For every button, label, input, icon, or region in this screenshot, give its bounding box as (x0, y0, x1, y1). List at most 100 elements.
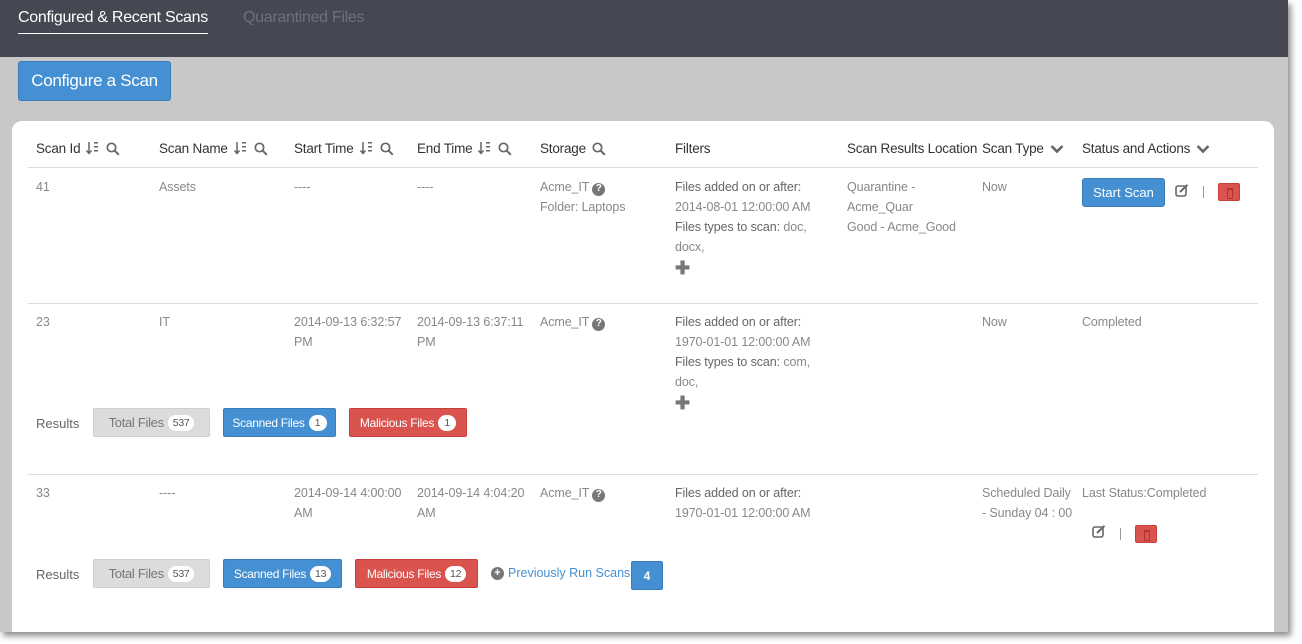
sort-icon[interactable] (359, 141, 374, 156)
scan-type-cell: Now (982, 180, 1007, 194)
scanned-files-button[interactable]: Scanned Files 13 (223, 559, 342, 588)
column-header-start-time: Start Time (294, 141, 394, 156)
chevron-down-icon[interactable] (1196, 144, 1210, 154)
action-separator (1203, 186, 1204, 198)
sort-icon[interactable] (233, 141, 248, 156)
scanned-files-count: 1 (308, 414, 327, 431)
storage-cell: Acme_IT? (540, 312, 606, 332)
column-label: Start Time (294, 141, 354, 156)
column-label: Scan Type (982, 141, 1044, 156)
chevron-down-icon[interactable] (1050, 144, 1064, 154)
storage-cell: Acme_IT? Folder: Laptops (540, 177, 625, 217)
action-separator (1120, 528, 1121, 540)
column-label: Scan Name (159, 141, 228, 156)
total-files-count: 537 (167, 414, 195, 431)
end-time-cell: ---- (417, 180, 434, 194)
scanned-files-button[interactable]: Scanned Files 1 (223, 408, 336, 437)
column-header-scan-name: Scan Name (159, 141, 268, 156)
storage-cell: Acme_IT? (540, 483, 606, 503)
status-cell: Completed (1082, 315, 1142, 329)
filter-added-label: Files added on or after: (675, 180, 802, 194)
scan-name-cell: ---- (159, 486, 176, 500)
malicious-files-count: 1 (438, 414, 457, 431)
total-files-button[interactable]: Total Files 537 (93, 559, 210, 588)
search-icon[interactable] (498, 141, 512, 156)
column-label: Scan Id (36, 141, 81, 156)
end-time-cell: 2014-09-14 4:04:20 AM (417, 486, 525, 520)
search-icon[interactable] (592, 141, 606, 156)
column-header-storage: Storage (540, 141, 606, 156)
configure-scan-button[interactable]: Configure a Scan (18, 61, 171, 101)
filter-added-label: Files added on or after: (675, 315, 802, 329)
filter-added-value: 1970-01-01 12:00:00 AM (675, 506, 811, 520)
column-label: Filters (675, 141, 711, 156)
previously-run-scans-label: Previously Run Scans - (508, 566, 638, 580)
sort-icon[interactable] (478, 141, 492, 156)
column-label: End Time (417, 141, 473, 156)
storage-folder: Folder: Laptops (540, 200, 626, 214)
question-icon[interactable]: ? (592, 488, 606, 502)
end-time-cell: 2014-09-13 6:37:11 PM (417, 315, 524, 349)
malicious-files-count: 12 (445, 565, 467, 582)
tab-configured-recent-scans[interactable]: Configured & Recent Scans (18, 9, 208, 34)
question-icon[interactable]: ? (592, 317, 606, 331)
plus-icon[interactable]: ✚ (675, 394, 833, 412)
previous-runs-count-button[interactable]: 4 (631, 561, 663, 590)
search-icon[interactable] (254, 141, 268, 156)
filter-added-value: 2014-08-01 12:00:00 AM (675, 200, 811, 214)
top-nav-bar: Configured & Recent Scans Quarantined Fi… (0, 0, 1288, 57)
storage-name: Acme_IT (540, 315, 590, 329)
column-header-results-location: Scan Results Location (847, 141, 977, 156)
app-frame: Configured & Recent Scans Quarantined Fi… (0, 0, 1288, 632)
storage-name: Acme_IT (540, 486, 590, 500)
scanned-files-label: Scanned Files (232, 415, 305, 430)
previously-run-scans-link[interactable]: + Previously Run Scans - (491, 566, 638, 580)
filter-added-value: 1970-01-01 12:00:00 AM (675, 335, 811, 349)
results-location-good: Good - Acme_Good (847, 220, 956, 234)
total-files-label: Total Files (108, 566, 165, 581)
tab-quarantined-files[interactable]: Quarantined Files (243, 9, 365, 33)
total-files-button[interactable]: Total Files 537 (93, 408, 210, 437)
column-header-status-actions: Status and Actions (1082, 141, 1210, 156)
plus-circle-icon: + (491, 566, 504, 580)
search-icon[interactable] (379, 141, 394, 156)
column-label: Storage (540, 141, 586, 156)
malicious-files-label: Malicious Files (366, 566, 442, 581)
column-header-filters: Filters (675, 141, 711, 156)
scan-id-cell: 33 (36, 486, 50, 500)
plus-icon[interactable]: ✚ (675, 259, 833, 277)
edit-icon[interactable] (1092, 525, 1106, 539)
malicious-files-button[interactable]: Malicious Files 12 (355, 559, 478, 588)
results-label: Results (36, 567, 80, 582)
filters-cell: Files added on or after: 1970-01-01 12:0… (675, 312, 833, 412)
scan-id-cell: 23 (36, 315, 50, 329)
sort-icon[interactable] (86, 141, 100, 156)
total-files-count: 537 (167, 565, 195, 582)
row-divider (28, 303, 1258, 304)
start-scan-button[interactable]: Start Scan (1082, 178, 1165, 207)
edit-icon[interactable] (1175, 184, 1189, 198)
column-header-scan-type: Scan Type (982, 141, 1064, 156)
start-time-cell: 2014-09-13 6:32:57 PM (294, 315, 402, 349)
column-header-end-time: End Time (417, 141, 512, 156)
filter-types-label: Files types to scan: (675, 220, 780, 234)
row-divider (28, 474, 1258, 475)
scan-type-cell: Scheduled Daily - Sunday 04 : 00 (982, 486, 1073, 520)
column-header-scan-id: Scan Id (36, 141, 120, 156)
trash-icon[interactable] (1135, 525, 1157, 543)
trash-icon[interactable] (1218, 183, 1240, 201)
scanned-files-label: Scanned Files (233, 566, 307, 581)
search-icon[interactable] (106, 141, 120, 156)
start-time-cell: ---- (294, 180, 311, 194)
malicious-files-button[interactable]: Malicious Files 1 (349, 408, 467, 437)
results-location-quarantine: Quarantine - Acme_Quar (847, 180, 916, 214)
status-cell: Last Status:Completed (1082, 486, 1207, 500)
scan-type-cell: Now (982, 315, 1007, 329)
column-label: Status and Actions (1082, 141, 1191, 156)
filters-cell: Files added on or after: 1970-01-01 12:0… (675, 483, 833, 523)
question-icon[interactable]: ? (592, 182, 606, 196)
filter-added-label: Files added on or after: (675, 486, 802, 500)
scan-name-cell: Assets (159, 180, 196, 194)
scan-name-cell: IT (159, 315, 170, 329)
scan-id-cell: 41 (36, 180, 50, 194)
